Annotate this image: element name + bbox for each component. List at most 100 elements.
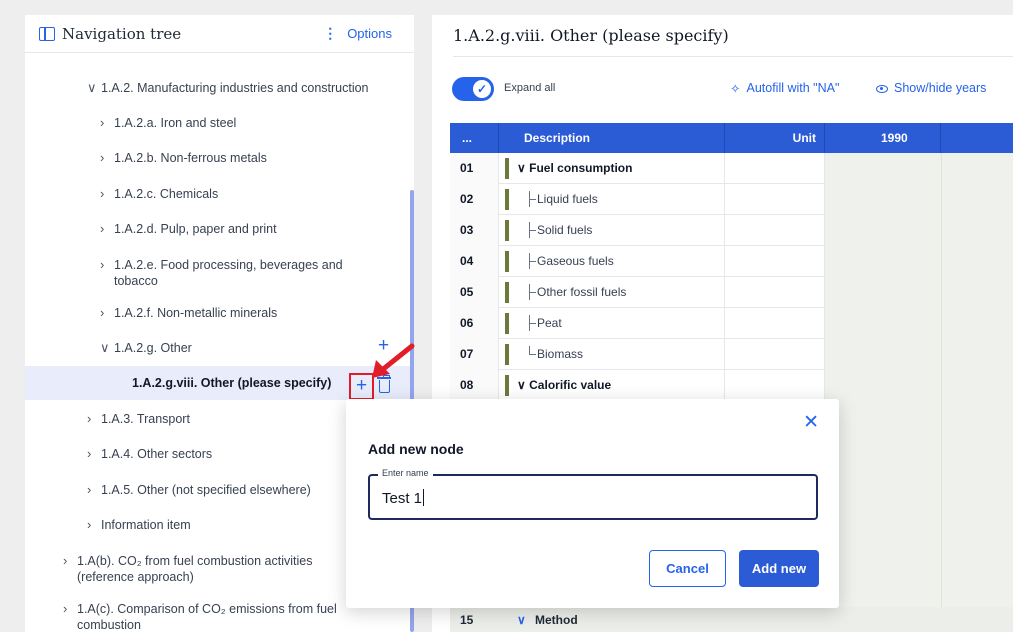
tree-item-label: Information item bbox=[101, 518, 191, 532]
tree-item-label: 1.A.2.g. Other bbox=[114, 341, 192, 355]
chevron-down-icon[interactable]: ∨ bbox=[517, 378, 526, 392]
tree-item-label: 1.A.2.e. Food processing, beverages and … bbox=[114, 258, 343, 288]
row-label: Other fossil fuels bbox=[537, 285, 627, 299]
table-row[interactable]: 07 Biomass bbox=[450, 339, 825, 370]
tree-item-label: 1.A.4. Other sectors bbox=[101, 447, 213, 461]
autofill-na-button[interactable]: ✧ Autofill with "NA" bbox=[730, 81, 839, 96]
chevron-right-icon[interactable]: › bbox=[63, 553, 77, 569]
tree-item-label: 1.A.2.f. Non-metallic minerals bbox=[114, 306, 278, 320]
row-description: Biomass bbox=[499, 339, 725, 370]
row-description: Other fossil fuels bbox=[499, 277, 725, 308]
tree-connector bbox=[529, 222, 536, 238]
table-row[interactable]: 06 Peat bbox=[450, 308, 825, 339]
tree-item-label: 1.A.2.d. Pulp, paper and print bbox=[114, 222, 277, 236]
magic-wand-icon: ✧ bbox=[730, 82, 741, 96]
row-description: Peat bbox=[499, 308, 725, 339]
row-label: Method bbox=[535, 613, 578, 627]
expand-all-toggle[interactable]: ✓ bbox=[452, 77, 494, 101]
chevron-right-icon[interactable]: › bbox=[100, 150, 114, 166]
cancel-button[interactable]: Cancel bbox=[649, 550, 726, 587]
tree-item-1a2a[interactable]: › 1.A.2.a. Iron and steel bbox=[25, 115, 411, 131]
table-row[interactable]: 08 ∨ Calorific value bbox=[450, 370, 825, 401]
sidebar-toggle-icon[interactable] bbox=[39, 26, 55, 41]
tree-connector bbox=[529, 315, 536, 331]
close-icon[interactable]: ✕ bbox=[803, 413, 819, 432]
autofill-label: Autofill with "NA" bbox=[746, 81, 840, 95]
chevron-right-icon[interactable]: › bbox=[63, 601, 77, 617]
options-button[interactable]: ⋮ Options bbox=[323, 25, 392, 42]
show-hide-label: Show/hide years bbox=[894, 81, 987, 95]
row-level-bar bbox=[505, 189, 509, 210]
chevron-right-icon[interactable]: › bbox=[100, 305, 114, 321]
table-row-method[interactable]: ∨ Method bbox=[450, 607, 1013, 632]
tree-item-1a2g[interactable]: ∨ 1.A.2.g. Other + bbox=[25, 336, 411, 356]
row-number bbox=[450, 607, 499, 632]
tree-connector bbox=[529, 346, 536, 355]
unit-cell[interactable] bbox=[725, 184, 825, 215]
tree-item-1a2d[interactable]: › 1.A.2.d. Pulp, paper and print bbox=[25, 221, 411, 237]
unit-cell[interactable] bbox=[725, 246, 825, 277]
table-row[interactable]: 03 Solid fuels bbox=[450, 215, 825, 246]
row-number: 08 bbox=[450, 370, 499, 401]
chevron-right-icon[interactable]: › bbox=[87, 411, 101, 427]
unit-cell[interactable] bbox=[725, 215, 825, 246]
tree-connector bbox=[529, 191, 536, 207]
tree-item-1a2b[interactable]: › 1.A.2.b. Non-ferrous metals bbox=[25, 150, 411, 166]
tree-item-label: 1.A.3. Transport bbox=[101, 412, 190, 426]
chevron-right-icon[interactable]: › bbox=[100, 221, 114, 237]
unit-cell[interactable] bbox=[725, 153, 825, 184]
chevron-down-icon[interactable]: ∨ bbox=[100, 340, 114, 356]
chevron-right-icon[interactable]: › bbox=[87, 517, 101, 533]
table-row[interactable]: 04 Gaseous fuels bbox=[450, 246, 825, 277]
tree-item-label: 1.A.2. Manufacturing industries and cons… bbox=[101, 81, 369, 95]
column-header-1990[interactable]: 1990 bbox=[825, 123, 941, 153]
unit-cell[interactable] bbox=[725, 308, 825, 339]
row-level-bar bbox=[505, 282, 509, 303]
row-description: Liquid fuels bbox=[499, 184, 725, 215]
column-header-index[interactable]: ... bbox=[450, 123, 499, 153]
row-description: ∨ Fuel consumption bbox=[499, 153, 725, 184]
tree-item-1a2e[interactable]: › 1.A.2.e. Food processing, beverages an… bbox=[25, 257, 375, 289]
unit-cell[interactable] bbox=[725, 370, 825, 401]
chevron-right-icon[interactable]: › bbox=[100, 115, 114, 131]
chevron-down-icon[interactable]: ∨ bbox=[517, 613, 526, 627]
grid-header: ... Description Unit 1990 bbox=[450, 123, 1013, 153]
column-header-unit[interactable]: Unit bbox=[725, 123, 825, 153]
text-caret bbox=[423, 489, 425, 506]
unit-cell[interactable] bbox=[725, 339, 825, 370]
show-hide-years-button[interactable]: Show/hide years bbox=[876, 81, 986, 95]
callout-arrow-icon bbox=[372, 343, 415, 378]
chevron-right-icon[interactable]: › bbox=[100, 186, 114, 202]
toolbar: ✓ Expand all ✧ Autofill with "NA" Show/h… bbox=[452, 77, 1013, 101]
tree-item-1a2[interactable]: ∨ 1.A.2. Manufacturing industries and co… bbox=[25, 80, 411, 96]
name-field-value: Test 1 bbox=[382, 490, 423, 507]
year-cells[interactable] bbox=[825, 153, 1013, 632]
row-description: ∨ Calorific value bbox=[499, 370, 725, 401]
tree-item-1a2f[interactable]: › 1.A.2.f. Non-metallic minerals bbox=[25, 305, 411, 321]
page-title: 1.A.2.g.viii. Other (please specify) bbox=[453, 26, 729, 45]
tree-item-label: 1.A.2.b. Non-ferrous metals bbox=[114, 151, 267, 165]
tree-item-1a2c[interactable]: › 1.A.2.c. Chemicals bbox=[25, 186, 411, 202]
chevron-right-icon[interactable]: › bbox=[87, 446, 101, 462]
row-number: 07 bbox=[450, 339, 499, 370]
trash-icon[interactable] bbox=[377, 375, 391, 393]
row-label: Peat bbox=[537, 316, 562, 330]
name-field[interactable]: Enter name Test 1 bbox=[368, 468, 818, 520]
chevron-down-icon[interactable]: ∨ bbox=[87, 80, 101, 96]
chevron-right-icon[interactable]: › bbox=[100, 257, 114, 273]
nav-header: Navigation tree ⋮ Options bbox=[25, 15, 414, 53]
row-number: 03 bbox=[450, 215, 499, 246]
table-row[interactable]: 01 ∨ Fuel consumption bbox=[450, 153, 825, 184]
row-label: Solid fuels bbox=[537, 223, 593, 237]
unit-cell[interactable] bbox=[725, 277, 825, 308]
add-new-button[interactable]: Add new bbox=[739, 550, 819, 587]
table-row[interactable]: 05 Other fossil fuels bbox=[450, 277, 825, 308]
table-row[interactable]: 02 Liquid fuels bbox=[450, 184, 825, 215]
name-field-value-wrap: Test 1 bbox=[382, 489, 425, 507]
chevron-right-icon[interactable]: › bbox=[87, 482, 101, 498]
column-header-description[interactable]: Description bbox=[499, 123, 725, 153]
tree-connector bbox=[529, 253, 536, 269]
row-level-bar bbox=[505, 313, 509, 334]
chevron-down-icon[interactable]: ∨ bbox=[517, 161, 526, 175]
row-label: Calorific value bbox=[529, 378, 612, 392]
